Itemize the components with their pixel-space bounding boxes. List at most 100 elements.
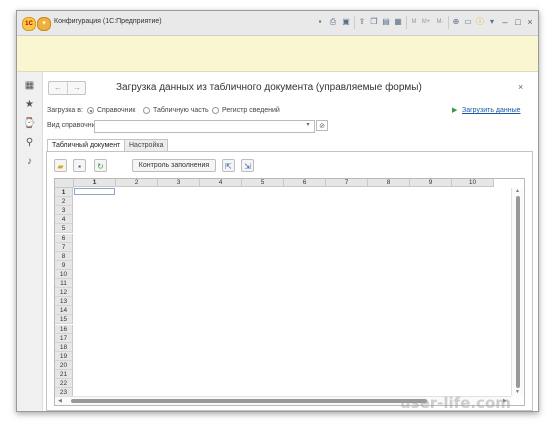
form-area: ← → Загрузка данных из табличного докуме… (43, 72, 538, 411)
history-icon[interactable]: ⌚ (23, 117, 36, 130)
radio-table-part[interactable] (143, 107, 150, 114)
column-header[interactable]: 1 (74, 179, 116, 187)
row-header[interactable]: 16 (55, 324, 73, 334)
row-header[interactable]: 14 (55, 306, 73, 316)
close-form-icon[interactable]: × (518, 82, 523, 92)
maximize-icon[interactable]: □ (513, 17, 523, 27)
title-bar: 1С ▾ Конфигурация (1С:Предприятие) ▪ ⎙ ▣… (17, 11, 538, 36)
row-header[interactable]: 4 (55, 215, 73, 225)
main-menu-icon[interactable]: ▾ (37, 17, 51, 31)
dropdown-arrow-icon[interactable]: ▾ (302, 120, 314, 131)
app-title: Конфигурация (1С:Предприятие) (54, 18, 162, 25)
menu-arrow-icon[interactable]: ▾ (487, 17, 497, 27)
column-header[interactable]: 2 (116, 179, 158, 187)
load-to-label: Загрузка в: (47, 107, 83, 114)
row-header[interactable]: 3 (55, 206, 73, 216)
open-link-icon[interactable]: ⊘ (316, 120, 328, 131)
favorites-star-icon[interactable]: ★ (23, 98, 36, 111)
row-header[interactable]: 5 (55, 224, 73, 234)
vertical-scrollbar[interactable]: ▲ ▼ (511, 188, 524, 396)
refresh-icon[interactable]: ↻ (94, 159, 107, 172)
window-list-icon[interactable]: ▭ (463, 17, 473, 27)
load-play-icon: ▶ (452, 107, 458, 114)
row-header[interactable]: 7 (55, 242, 73, 252)
column-header[interactable]: 7 (326, 179, 368, 187)
column-header[interactable]: 10 (452, 179, 494, 187)
column-header[interactable]: 6 (284, 179, 326, 187)
info-bar (17, 36, 538, 72)
sections-grid-icon[interactable]: ▦ (23, 79, 36, 92)
selected-cell[interactable] (74, 188, 115, 195)
radio-info-register[interactable] (212, 107, 219, 114)
row-header[interactable]: 8 (55, 251, 73, 261)
catalog-kind-field[interactable] (94, 120, 315, 133)
column-header[interactable]: 8 (368, 179, 410, 187)
calendar-icon[interactable]: ▦ (393, 17, 403, 27)
form-title: Загрузка данных из табличного документа … (116, 82, 422, 93)
document-icon[interactable]: ▤ (381, 17, 391, 27)
search-icon[interactable]: ⚲ (23, 136, 36, 149)
row-header[interactable]: 20 (55, 360, 73, 370)
row-header[interactable]: 10 (55, 269, 73, 279)
scroll-left-icon[interactable]: ◀ (58, 398, 62, 404)
import-icon[interactable]: ⇲ (241, 159, 254, 172)
row-header[interactable]: 13 (55, 297, 73, 307)
tab-spreadsheet[interactable]: Табличный документ (47, 139, 126, 151)
row-header[interactable]: 11 (55, 279, 73, 289)
radio-info-register-label[interactable]: Регистр сведений (222, 107, 280, 114)
memory-m-icon[interactable]: M (409, 17, 419, 27)
minimize-icon[interactable]: – (500, 17, 510, 27)
info-icon[interactable]: ⓘ (475, 17, 485, 27)
load-data-link[interactable]: Загрузить данные (462, 107, 521, 114)
app-window: 1С ▾ Конфигурация (1С:Предприятие) ▪ ⎙ ▣… (16, 10, 539, 412)
back-arrow-icon[interactable]: ← (49, 82, 67, 94)
sheet-corner (55, 179, 74, 188)
forward-arrow-icon[interactable]: → (67, 82, 86, 94)
row-header[interactable]: 9 (55, 260, 73, 270)
row-header[interactable]: 1 (55, 188, 73, 198)
print-icon[interactable]: ⎙ (328, 17, 338, 27)
column-header[interactable]: 3 (158, 179, 200, 187)
watermark: user-life.com (400, 394, 511, 412)
check-fill-button[interactable]: Контроль заполнения (132, 159, 216, 172)
toolbar-separator (406, 16, 407, 29)
save-icon[interactable]: ▪ (315, 17, 325, 27)
radio-catalog-label[interactable]: Справочник (97, 107, 136, 114)
app-logo-icon: 1С (22, 17, 36, 31)
toolbar-separator (448, 16, 449, 29)
close-window-icon[interactable]: × (525, 17, 535, 27)
toolbar-separator (354, 16, 355, 29)
radio-catalog[interactable] (87, 107, 94, 114)
zoom-icon[interactable]: ⊕ (451, 17, 461, 27)
row-header[interactable]: 6 (55, 233, 73, 243)
open-file-icon[interactable]: ▰ (54, 159, 67, 172)
scroll-down-icon[interactable]: ▼ (515, 389, 520, 395)
scroll-up-icon[interactable]: ▲ (515, 188, 520, 194)
memory-minus-icon[interactable]: M- (435, 17, 445, 27)
row-header[interactable]: 12 (55, 288, 73, 298)
row-header[interactable]: 15 (55, 315, 73, 325)
copy-icon[interactable]: ❐ (369, 17, 379, 27)
column-header[interactable]: 4 (200, 179, 242, 187)
sidebar: ▦ ★ ⌚ ⚲ ♪ (17, 72, 43, 411)
radio-table-part-label[interactable]: Табличную часть (153, 107, 209, 114)
spreadsheet[interactable]: 1 2 3 4 5 6 7 8 9 10 1 2 3 4 5 6 7 8 9 10 11 12 13 14 15 16 17 18 1… (54, 178, 525, 406)
nav-buttons: ← → (48, 81, 86, 95)
notifications-bell-icon[interactable]: ♪ (23, 155, 36, 168)
row-header[interactable]: 19 (55, 351, 73, 361)
row-header[interactable]: 17 (55, 333, 73, 343)
column-header[interactable]: 5 (242, 179, 284, 187)
row-header[interactable]: 2 (55, 197, 73, 207)
vertical-scroll-thumb[interactable] (516, 196, 520, 388)
export-icon[interactable]: ⇱ (222, 159, 235, 172)
row-header[interactable]: 21 (55, 370, 73, 380)
row-header[interactable]: 18 (55, 342, 73, 352)
memory-plus-icon[interactable]: M+ (421, 17, 431, 27)
tab-settings[interactable]: Настройка (124, 139, 169, 151)
column-header[interactable]: 9 (410, 179, 452, 187)
preview-icon[interactable]: ▣ (341, 17, 351, 27)
horizontal-scroll-thumb[interactable] (71, 399, 427, 403)
save-file-icon[interactable]: ▪ (73, 159, 86, 172)
row-header[interactable]: 22 (55, 379, 73, 389)
upload-icon[interactable]: ⇪ (357, 17, 367, 27)
